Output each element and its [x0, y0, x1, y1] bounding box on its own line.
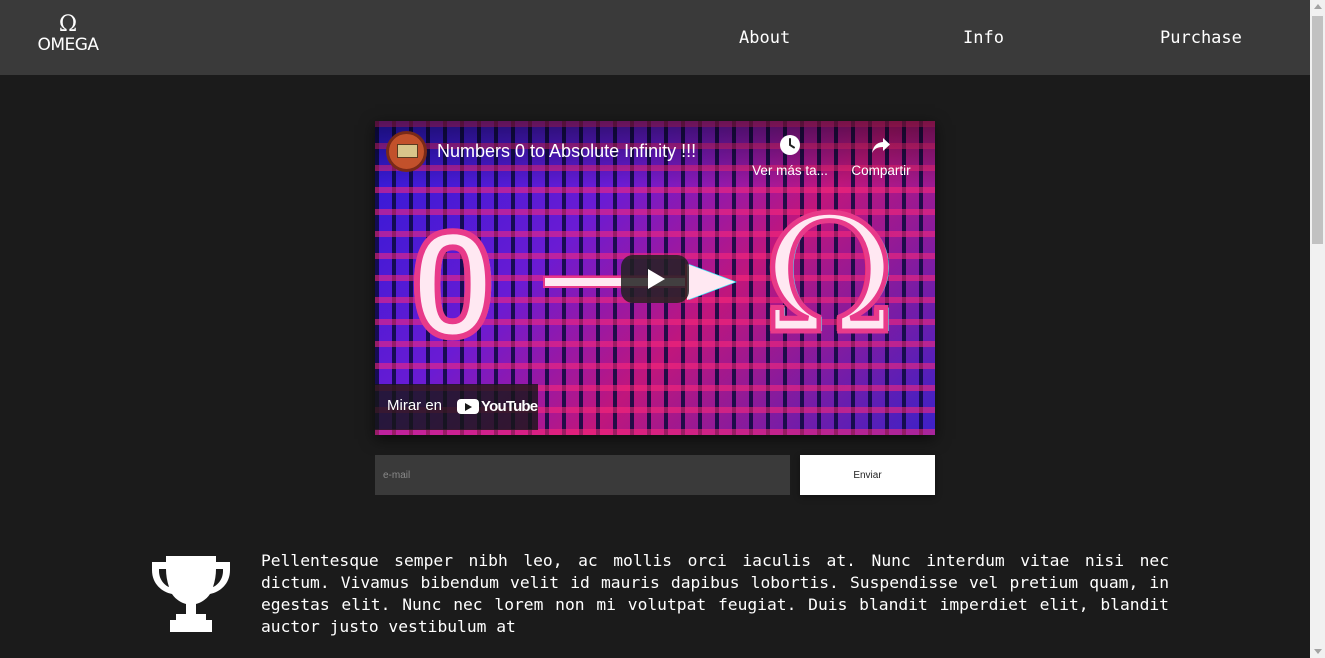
logo-text: OMEGA — [37, 35, 99, 55]
youtube-video-embed[interactable]: 0 Ω Numbers 0 to Absolute Infinity !!! V… — [375, 121, 935, 435]
clock-icon — [780, 135, 800, 155]
email-input[interactable] — [375, 455, 790, 495]
page-scrollbar[interactable] — [1310, 0, 1325, 658]
watch-later-label: Ver más ta... — [752, 163, 828, 178]
omega-symbol-icon: Ω — [58, 12, 78, 37]
send-button[interactable]: Enviar — [800, 455, 935, 495]
nav-link-info[interactable]: Info — [963, 28, 1004, 48]
channel-avatar[interactable] — [386, 131, 427, 172]
watch-on-label: Mirar en — [387, 397, 443, 414]
youtube-play-box-icon — [457, 399, 479, 414]
scroll-down-arrow-icon[interactable] — [1314, 649, 1322, 654]
share-button[interactable]: Compartir — [849, 133, 913, 178]
watch-later-button[interactable]: Ver más ta... — [751, 133, 829, 178]
watch-on-youtube-button[interactable]: Mirar en YouTube — [375, 384, 538, 430]
site-header: Ω OMEGA About Info Purchase — [0, 0, 1310, 75]
scrollbar-thumb[interactable] — [1312, 16, 1323, 244]
thumbnail-zero: 0 — [408, 200, 497, 368]
feature-description: Pellentesque semper nibh leo, ac mollis … — [261, 551, 1169, 636]
thumbnail-arrow-icon — [687, 264, 735, 300]
thumbnail-omega: Ω — [761, 182, 899, 369]
share-arrow-icon — [872, 138, 890, 153]
play-button-icon[interactable] — [621, 255, 689, 303]
youtube-logo-text: YouTube — [481, 398, 538, 415]
nav-link-purchase[interactable]: Purchase — [1160, 28, 1242, 48]
trophy-icon — [152, 556, 230, 632]
video-title[interactable]: Numbers 0 to Absolute Infinity !!! — [437, 141, 696, 162]
share-label: Compartir — [851, 163, 911, 178]
scroll-up-arrow-icon[interactable] — [1314, 4, 1322, 9]
nav-link-about[interactable]: About — [739, 28, 790, 48]
omega-logo[interactable]: Ω OMEGA — [28, 14, 108, 60]
youtube-logo-icon: YouTube — [457, 398, 538, 416]
